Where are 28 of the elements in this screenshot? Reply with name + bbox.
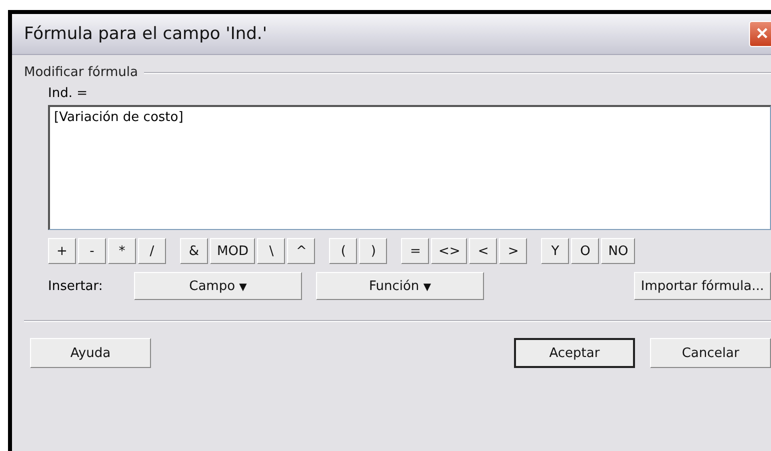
operator-button[interactable]: = (401, 238, 430, 264)
insert-label: Insertar: (48, 278, 104, 294)
operator-button[interactable]: ( (329, 238, 358, 264)
import-button[interactable]: Importar fórmula... (634, 272, 771, 300)
operator-button[interactable]: MOD (210, 238, 256, 264)
operator-button[interactable]: ) (359, 238, 388, 264)
operator-button[interactable]: > (499, 238, 528, 264)
operator-button[interactable]: <> (431, 238, 468, 264)
dialog-button[interactable]: Ayuda (30, 338, 151, 368)
operator-button[interactable]: Y (541, 238, 570, 264)
operator-button[interactable]: O (571, 238, 600, 264)
formula-field[interactable]: [Variación de costo] (48, 105, 771, 230)
operator-button[interactable]: + (48, 238, 76, 264)
group-label: Modificar fórmula (24, 65, 138, 80)
dropdown-button[interactable]: Función ▼ (316, 272, 484, 300)
window-title: Fórmula para el campo 'Ind.' (24, 24, 268, 44)
operator-button[interactable]: & (180, 238, 208, 264)
dialog-button[interactable]: Aceptar (514, 338, 635, 368)
formula-label: Ind. = (48, 86, 88, 101)
dialog-button[interactable]: Cancelar (650, 338, 771, 368)
operator-button[interactable]: < (469, 238, 498, 264)
operator-button[interactable]: NO (601, 238, 636, 264)
operator-button[interactable]: - (78, 238, 106, 264)
operator-button[interactable]: \ (257, 238, 286, 264)
operator-button[interactable]: / (138, 238, 166, 264)
operator-button[interactable]: * (108, 238, 136, 264)
dropdown-button[interactable]: Campo ▼ (134, 272, 302, 300)
operator-button[interactable]: ^ (287, 238, 316, 264)
